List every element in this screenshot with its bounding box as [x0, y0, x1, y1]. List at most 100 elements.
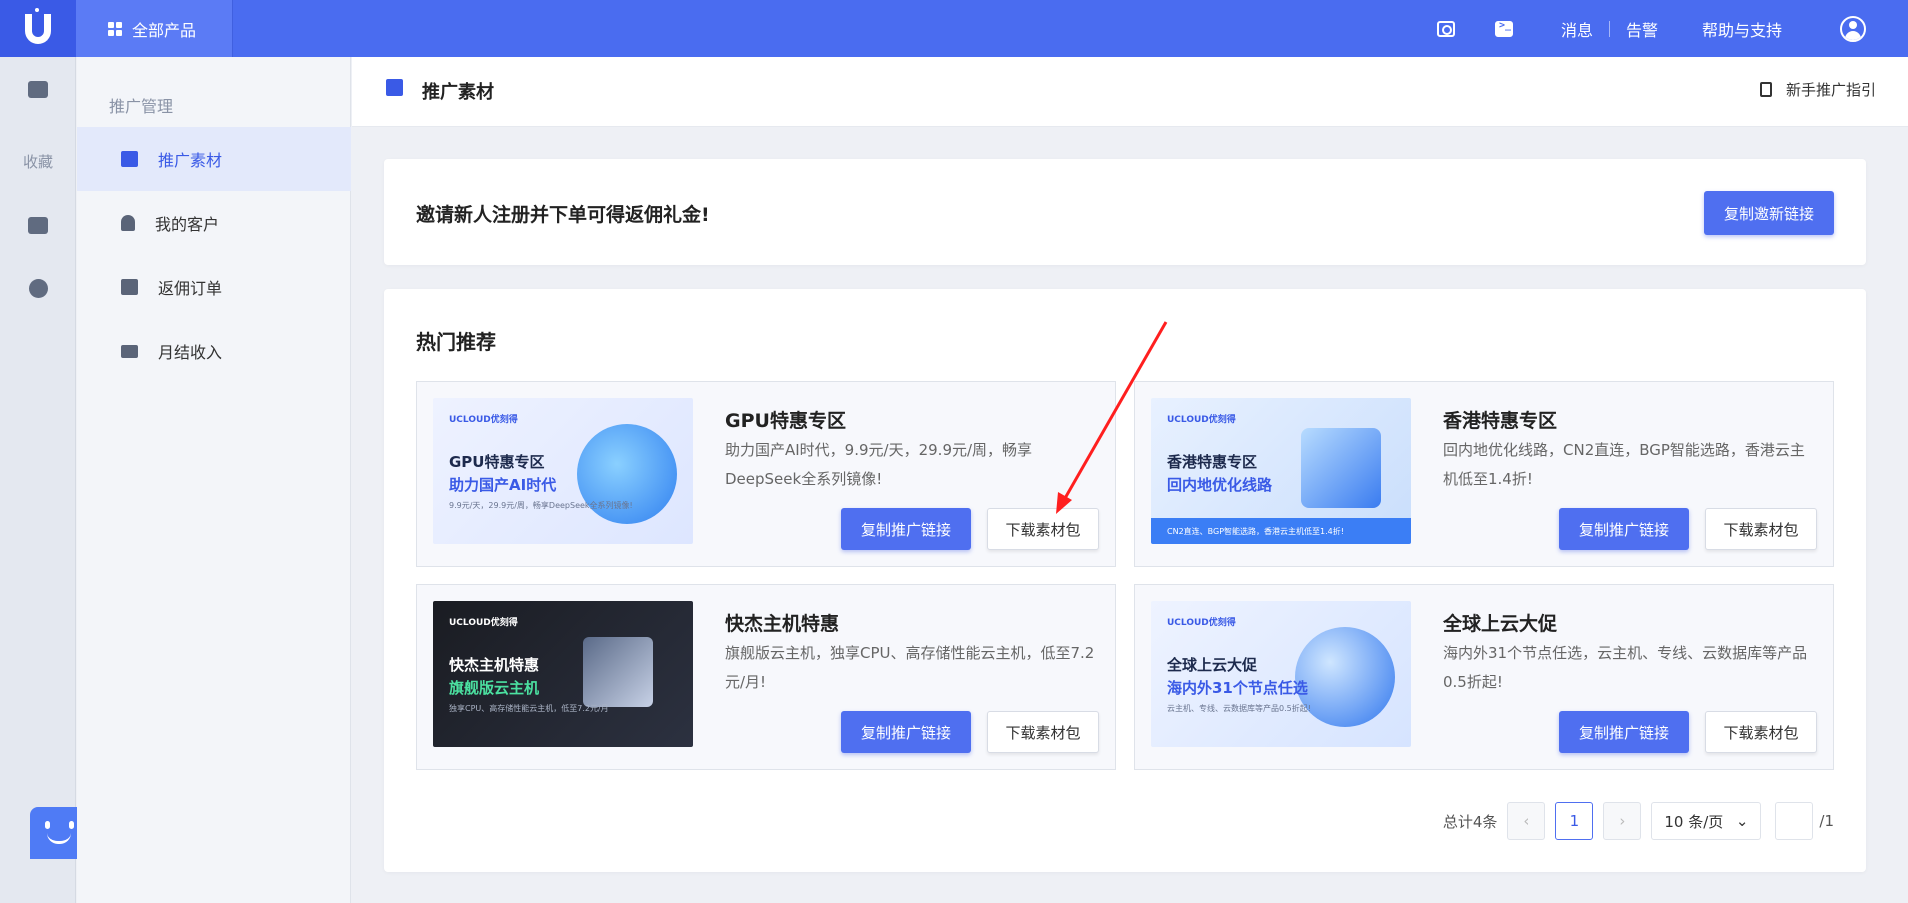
hot-recommend-card: 热门推荐 UCLOUD优刻得 GPU特惠专区 助力国产AI时代 9.9元/天，2… — [384, 289, 1866, 872]
document-icon — [1759, 82, 1772, 97]
download-material-button[interactable]: 下载素材包 — [1705, 711, 1817, 753]
edit-doc-icon — [386, 79, 403, 96]
promo-banner[interactable]: UCLOUD优刻得 GPU特惠专区 助力国产AI时代 9.9元/天，29.9元/… — [433, 398, 693, 544]
logo-u-icon — [25, 7, 51, 44]
banner-subtitle: 助力国产AI时代 — [449, 476, 557, 494]
promo-item-kuaijie: UCLOUD优刻得 快杰主机特惠 旗舰版云主机 独享CPU、高存储性能云主机，低… — [416, 584, 1116, 770]
download-material-button[interactable]: 下载素材包 — [987, 711, 1099, 753]
total-pages: /1 — [1819, 812, 1834, 830]
page-header: 推广素材 新手推广指引 — [352, 57, 1908, 127]
chip-graphic — [583, 637, 653, 707]
alerts-link[interactable]: 告警 — [1626, 17, 1658, 41]
sidebar-item-promo-material[interactable]: 推广素材 — [77, 127, 351, 191]
guide-label: 新手推广指引 — [1785, 81, 1876, 99]
next-page-button[interactable]: › — [1603, 802, 1642, 840]
banner-caption: 云主机、专线、云数据库等产品0.5折起! — [1167, 704, 1311, 713]
promo-desc: 海内外31个节点任选，云主机、专线、云数据库等产品0.5折起! — [1443, 644, 1808, 691]
edit-doc-icon — [121, 151, 138, 167]
server-icon — [28, 217, 48, 234]
promo-banner[interactable]: UCLOUD优刻得 快杰主机特惠 旗舰版云主机 独享CPU、高存储性能云主机，低… — [433, 601, 693, 747]
promo-item-gpu: UCLOUD优刻得 GPU特惠专区 助力国产AI时代 9.9元/天，29.9元/… — [416, 381, 1116, 567]
grid-icon — [108, 21, 122, 36]
order-icon — [121, 279, 138, 295]
copy-promo-link-button[interactable]: 复制推广链接 — [1559, 711, 1689, 753]
banner-subtitle: 海内外31个节点任选 — [1167, 679, 1308, 697]
terminal-icon[interactable] — [1494, 20, 1513, 37]
prev-page-button[interactable]: ‹ — [1507, 802, 1546, 840]
copy-promo-link-button[interactable]: 复制推广链接 — [841, 508, 971, 550]
promo-title: GPU特惠专区 — [725, 410, 846, 432]
sidebar: 推广管理 推广素材 我的客户 返佣订单 月结收入 — [77, 57, 351, 903]
copy-promo-link-button[interactable]: 复制推广链接 — [1559, 508, 1689, 550]
sidebar-item-monthly-income[interactable]: 月结收入 — [77, 319, 351, 383]
cube-graphic — [1301, 428, 1381, 508]
sidebar-item-my-customers[interactable]: 我的客户 — [77, 191, 351, 255]
promo-banner[interactable]: UCLOUD优刻得 全球上云大促 海内外31个节点任选 云主机、专线、云数据库等… — [1151, 601, 1411, 747]
sidebar-item-label: 推广素材 — [158, 151, 223, 170]
promo-desc: 旗舰版云主机，独享CPU、高存储性能云主机，低至7.2元/月! — [725, 644, 1095, 691]
ucloud-logo[interactable] — [0, 0, 76, 57]
divider — [1608, 20, 1610, 37]
favorites-label: 收藏 — [22, 153, 53, 171]
banner-title: GPU特惠专区 — [449, 453, 545, 471]
network-icon — [28, 279, 48, 298]
all-products-label: 全部产品 — [132, 20, 197, 40]
invite-text: 邀请新人注册并下单可得返佣礼金! — [416, 204, 710, 226]
promo-title: 快杰主机特惠 — [725, 613, 840, 635]
sidebar-item-label: 月结收入 — [158, 343, 223, 362]
section-title: 热门推荐 — [416, 330, 496, 354]
sidebar-item-label: 返佣订单 — [158, 279, 223, 298]
banner-subtitle: 回内地优化线路 — [1167, 476, 1273, 494]
rail-server[interactable] — [0, 217, 76, 234]
left-rail: 收藏 — [0, 57, 76, 903]
promo-item-hongkong: UCLOUD优刻得 香港特惠专区 回内地优化线路 CN2直连、BGP智能选路，香… — [1134, 381, 1834, 567]
rail-network[interactable] — [0, 279, 76, 298]
chevron-down-icon: ⌄ — [1735, 812, 1749, 830]
help-link[interactable]: 帮助与支持 — [1702, 17, 1782, 41]
download-material-button[interactable]: 下载素材包 — [987, 508, 1099, 550]
messages-link[interactable]: 消息 — [1561, 17, 1593, 41]
banner-caption: 独享CPU、高存储性能云主机，低至7.2元/月 — [449, 704, 609, 713]
page-1-button[interactable]: 1 — [1555, 802, 1594, 840]
top-bar: 全部产品 消息 告警 帮助与支持 — [0, 0, 1908, 57]
promo-title: 全球上云大促 — [1443, 613, 1558, 635]
sidebar-item-rebate-orders[interactable]: 返佣订单 — [77, 255, 351, 319]
rail-monitor[interactable] — [0, 81, 76, 98]
guide-link[interactable]: 新手推广指引 — [1759, 79, 1876, 100]
user-avatar-icon[interactable] — [1840, 15, 1866, 42]
all-products-button[interactable]: 全部产品 — [76, 0, 233, 57]
promo-desc: 助力国产AI时代，9.9元/天，29.9元/周，畅享DeepSeek全系列镜像! — [725, 441, 1033, 488]
top-right-nav: 消息 告警 帮助与支持 — [1405, 0, 1908, 57]
banner-title: 全球上云大促 — [1167, 656, 1258, 674]
banner-title: 香港特惠专区 — [1167, 453, 1258, 471]
promo-desc: 回内地优化线路，CN2直连，BGP智能选路，香港云主机低至1.4折! — [1443, 441, 1805, 488]
promo-item-global: UCLOUD优刻得 全球上云大促 海内外31个节点任选 云主机、专线、云数据库等… — [1134, 584, 1834, 770]
banner-subtitle: 旗舰版云主机 — [449, 679, 540, 697]
sidebar-item-label: 我的客户 — [155, 215, 220, 234]
sidebar-title: 推广管理 — [109, 97, 174, 116]
copy-invite-link-button[interactable]: 复制邀新链接 — [1704, 191, 1834, 235]
page-size-select[interactable]: 10 条/页 ⌄ — [1651, 802, 1762, 840]
person-icon — [121, 215, 135, 231]
monitor-icon — [28, 81, 48, 98]
promo-title: 香港特惠专区 — [1443, 410, 1558, 432]
page-title: 推广素材 — [422, 82, 494, 103]
banner-caption: CN2直连、BGP智能选路，香港云主机低至1.4折! — [1167, 527, 1344, 536]
card-icon — [121, 344, 138, 358]
banner-brand: UCLOUD优刻得 — [449, 618, 518, 628]
banner-brand: UCLOUD优刻得 — [1167, 415, 1236, 425]
promo-banner[interactable]: UCLOUD优刻得 香港特惠专区 回内地优化线路 CN2直连、BGP智能选路，香… — [1151, 398, 1411, 544]
total-count: 总计4条 — [1442, 812, 1498, 831]
copy-promo-link-button[interactable]: 复制推广链接 — [841, 711, 971, 753]
search-icon[interactable] — [1436, 20, 1455, 37]
pagination: 总计4条 ‹ 1 › 10 条/页 ⌄ /1 — [1443, 802, 1834, 840]
download-material-button[interactable]: 下载素材包 — [1705, 508, 1817, 550]
banner-caption: 9.9元/天，29.9元/周，畅享DeepSeek全系列镜像! — [449, 501, 633, 510]
rail-favorites[interactable]: 收藏 — [0, 151, 76, 172]
banner-brand: UCLOUD优刻得 — [449, 415, 518, 425]
page-size-label: 10 条/页 — [1664, 812, 1724, 831]
banner-brand: UCLOUD优刻得 — [1167, 618, 1236, 628]
page-jump-input[interactable] — [1775, 802, 1814, 840]
banner-title: 快杰主机特惠 — [449, 656, 540, 674]
invite-card: 邀请新人注册并下单可得返佣礼金! 复制邀新链接 — [384, 159, 1866, 265]
